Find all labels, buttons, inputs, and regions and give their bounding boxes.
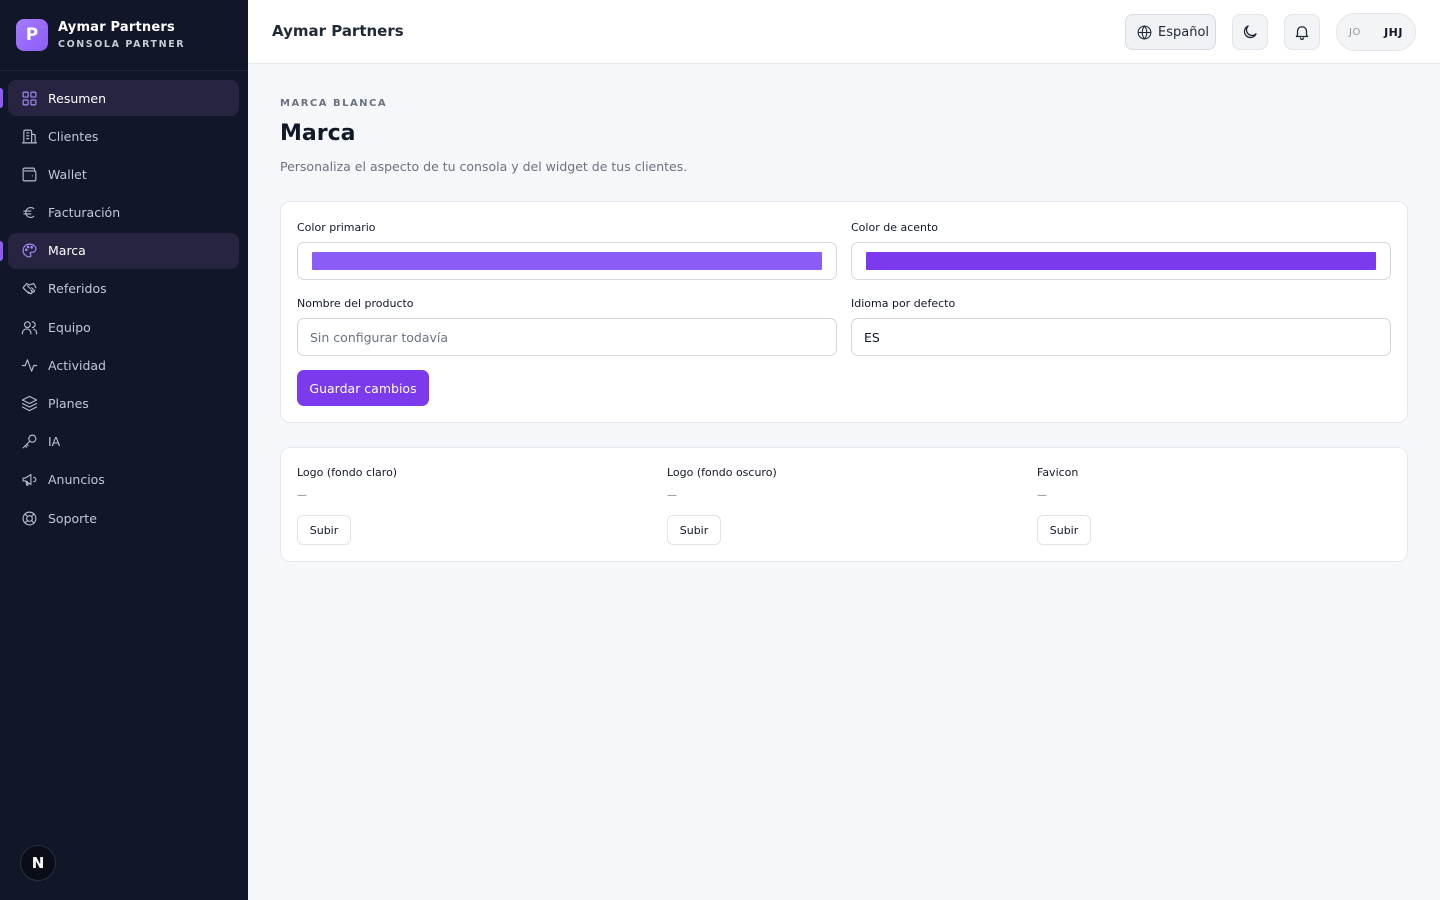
bell-icon xyxy=(1295,26,1309,41)
notifications-button[interactable] xyxy=(1284,14,1320,50)
page-description: Personaliza el aspecto de tu consola y d… xyxy=(280,159,688,174)
brand-logo: P xyxy=(16,19,48,51)
primary-color-label: Color primario xyxy=(297,221,376,234)
globe-icon xyxy=(1137,24,1152,40)
sidebar-item-referidos[interactable]: Referidos xyxy=(8,271,239,307)
primary-color-picker[interactable] xyxy=(297,242,837,280)
wallet-icon xyxy=(20,165,38,183)
grid-icon xyxy=(20,89,38,107)
logo-dark-value: — xyxy=(667,490,677,501)
megaphone-icon xyxy=(20,471,38,489)
brand-name: Aymar Partners xyxy=(58,20,175,35)
logo-light-upload-button[interactable]: Subir xyxy=(297,515,351,545)
sidebar-item-label: Planes xyxy=(48,396,89,411)
sidebar-item-planes[interactable]: Planes xyxy=(8,386,239,422)
brand-subtitle: CONSOLA PARTNER xyxy=(58,39,186,50)
sidebar-item-label: Marca xyxy=(48,243,86,259)
save-button[interactable]: Guardar cambios xyxy=(297,370,429,406)
next-badge[interactable]: N xyxy=(20,845,56,881)
favicon-value: — xyxy=(1037,490,1047,501)
default-language-input[interactable] xyxy=(851,318,1391,356)
users-icon xyxy=(20,318,38,336)
logo-light-label: Logo (fondo claro) xyxy=(297,466,398,479)
sidebar-item-label: Soporte xyxy=(48,510,97,526)
sidebar-item-ia[interactable]: IA xyxy=(8,424,239,460)
sidebar-item-equipo[interactable]: Equipo xyxy=(8,309,239,345)
sidebar-item-label: Facturación xyxy=(48,205,121,221)
page-eyebrow: MARCA BLANCA xyxy=(280,98,388,109)
page-title: Marca xyxy=(280,121,356,146)
logo-light-value: — xyxy=(297,490,307,501)
logos-card: Logo (fondo claro) — Subir Logo (fondo o… xyxy=(280,447,1408,562)
brand-header[interactable]: P Aymar Partners CONSOLA PARTNER xyxy=(0,0,248,71)
branding-form-card: Color primario Color de acento Nombre de… xyxy=(280,201,1408,423)
sidebar-item-soporte[interactable]: Soporte xyxy=(8,500,239,536)
handshake-icon xyxy=(20,280,38,298)
avatar: JO xyxy=(1349,26,1362,38)
logo-dark-upload-button[interactable]: Subir xyxy=(667,515,721,545)
sidebar-item-label: Anuncios xyxy=(48,472,105,488)
primary-color-swatch xyxy=(312,252,822,270)
sidebar-item-marca[interactable]: Marca xyxy=(0,232,239,269)
accent-color-label: Color de acento xyxy=(851,221,939,234)
sidebar-item-anuncios[interactable]: Anuncios xyxy=(8,462,239,498)
sidebar-item-label: IA xyxy=(48,434,61,450)
default-language-label: Idioma por defecto xyxy=(851,297,956,310)
sidebar-nav: Resumen Clientes Wallet Facturación Marc… xyxy=(0,80,239,538)
euro-icon xyxy=(20,204,38,222)
lifebuoy-icon xyxy=(20,509,38,527)
user-initials: JHJ xyxy=(1384,25,1403,39)
language-selector[interactable]: Español xyxy=(1125,14,1216,50)
sidebar-item-label: Actividad xyxy=(48,357,106,373)
sidebar-item-facturacion[interactable]: Facturación xyxy=(8,195,239,231)
key-icon xyxy=(20,433,38,451)
layers-icon xyxy=(20,395,38,413)
language-label: Español xyxy=(1158,24,1210,40)
sidebar-item-clientes[interactable]: Clientes xyxy=(8,118,239,154)
user-menu-button[interactable]: JO JHJ xyxy=(1336,13,1416,51)
sidebar-item-label: Equipo xyxy=(48,319,91,335)
theme-toggle-button[interactable] xyxy=(1232,14,1268,50)
building-icon xyxy=(20,127,38,145)
sidebar-item-label: Clientes xyxy=(48,128,99,144)
favicon-label: Favicon xyxy=(1037,466,1079,479)
header-title: Aymar Partners xyxy=(272,22,404,40)
sidebar: P Aymar Partners CONSOLA PARTNER Resumen… xyxy=(0,0,248,900)
logo-dark-label: Logo (fondo oscuro) xyxy=(667,466,777,479)
activity-icon xyxy=(20,356,38,374)
product-name-label: Nombre del producto xyxy=(297,297,414,310)
sidebar-item-actividad[interactable]: Actividad xyxy=(8,347,239,383)
accent-color-swatch xyxy=(866,252,1376,270)
top-header: Aymar Partners Español JO JHJ xyxy=(248,0,1440,64)
sidebar-item-label: Referidos xyxy=(48,281,107,297)
palette-icon xyxy=(20,242,38,260)
sidebar-item-resumen[interactable]: Resumen xyxy=(0,80,239,116)
moon-icon xyxy=(1243,25,1257,39)
sidebar-item-wallet[interactable]: Wallet xyxy=(8,156,239,192)
product-name-input[interactable] xyxy=(297,318,837,356)
accent-color-picker[interactable] xyxy=(851,242,1391,280)
sidebar-item-label: Wallet xyxy=(48,166,87,182)
sidebar-item-label: Resumen xyxy=(48,90,107,106)
favicon-upload-button[interactable]: Subir xyxy=(1037,515,1091,545)
